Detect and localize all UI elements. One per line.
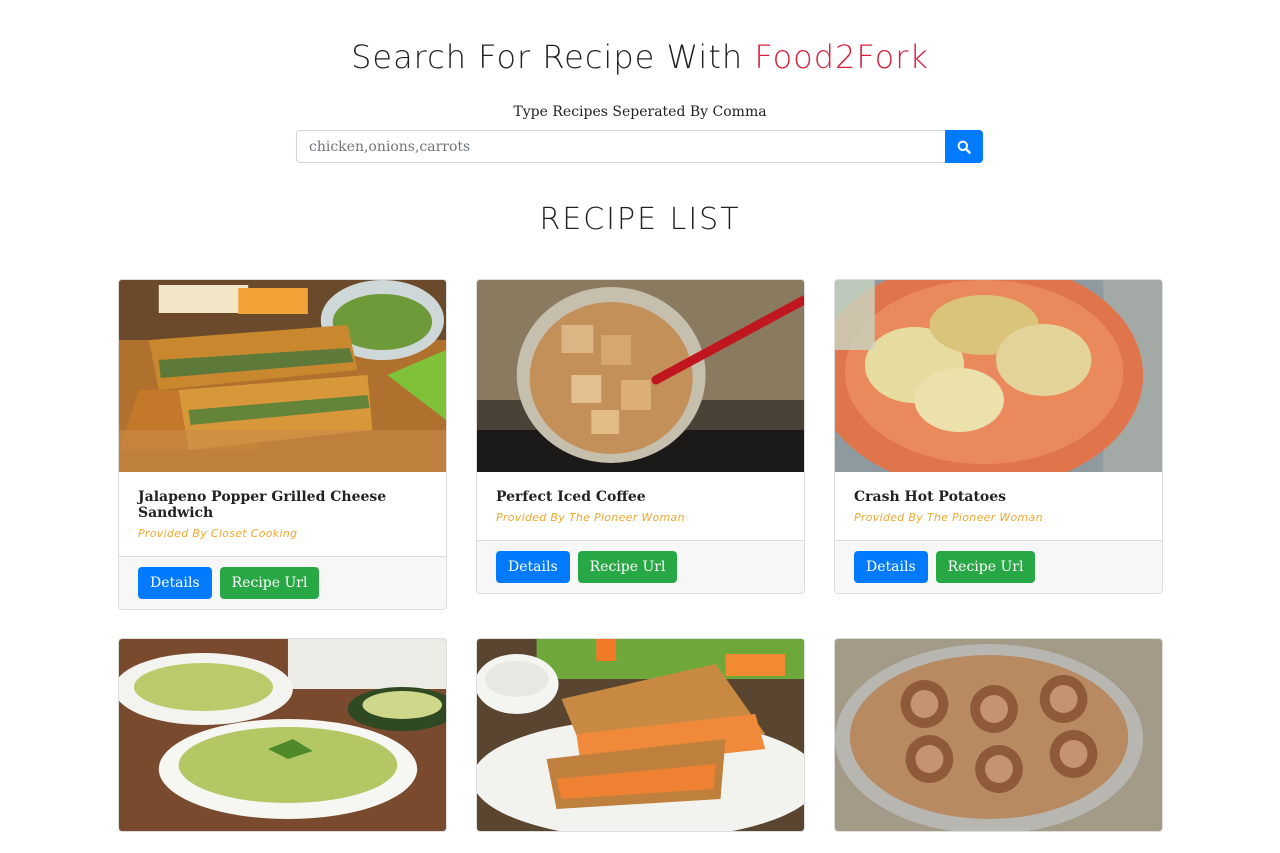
card-footer: Details Recipe Url <box>835 540 1162 593</box>
recipe-publisher: Provided By The Pioneer Woman <box>854 511 1043 524</box>
details-button[interactable]: Details <box>496 551 570 583</box>
recipe-card: Jalapeno Popper Grilled Cheese Sandwich … <box>118 279 447 610</box>
search-hint: Type Recipes Seperated By Comma <box>513 104 767 120</box>
recipe-card: Crash Hot Potatoes Provided By The Pione… <box>834 279 1163 594</box>
recipe-card: Perfect Iced Coffee Provided By The Pion… <box>476 279 805 594</box>
recipe-image-buffalo-grilled-cheese[interactable] <box>477 639 804 831</box>
card-footer: Details Recipe Url <box>119 556 446 609</box>
details-button[interactable]: Details <box>854 551 928 583</box>
recipe-grid: Jalapeno Popper Grilled Cheese Sandwich … <box>118 279 1163 832</box>
search-input[interactable] <box>296 130 945 163</box>
recipe-publisher: Provided By Closet Cooking <box>138 527 298 540</box>
details-button[interactable]: Details <box>138 567 212 599</box>
recipe-publisher: Provided By The Pioneer Woman <box>496 511 685 524</box>
recipe-card <box>476 638 805 832</box>
brand-name: Food2Fork <box>754 38 929 76</box>
recipe-image-cinnamon-rolls[interactable] <box>835 639 1162 831</box>
recipe-image-avocado-pasta[interactable] <box>119 639 446 831</box>
page-title: Search For Recipe With Food2Fork <box>0 38 1280 76</box>
recipe-title: Jalapeno Popper Grilled Cheese Sandwich <box>138 489 387 521</box>
card-footer: Details Recipe Url <box>477 540 804 593</box>
search-form <box>296 130 983 163</box>
search-icon <box>957 140 971 154</box>
recipe-title: Crash Hot Potatoes <box>854 489 1007 505</box>
page-title-prefix: Search For Recipe With <box>351 38 755 76</box>
search-button[interactable] <box>945 130 983 163</box>
recipe-image-grilled-cheese-sandwich[interactable] <box>119 280 446 472</box>
recipe-url-button[interactable]: Recipe Url <box>219 567 320 599</box>
recipe-image-iced-coffee[interactable] <box>477 280 804 472</box>
recipe-url-button[interactable]: Recipe Url <box>935 551 1036 583</box>
recipe-title: Perfect Iced Coffee <box>496 489 646 505</box>
recipe-card <box>834 638 1163 832</box>
recipe-card <box>118 638 447 832</box>
recipe-image-crash-hot-potatoes[interactable] <box>835 280 1162 472</box>
recipe-url-button[interactable]: Recipe Url <box>577 551 678 583</box>
recipe-list-title: RECIPE LIST <box>539 202 741 237</box>
